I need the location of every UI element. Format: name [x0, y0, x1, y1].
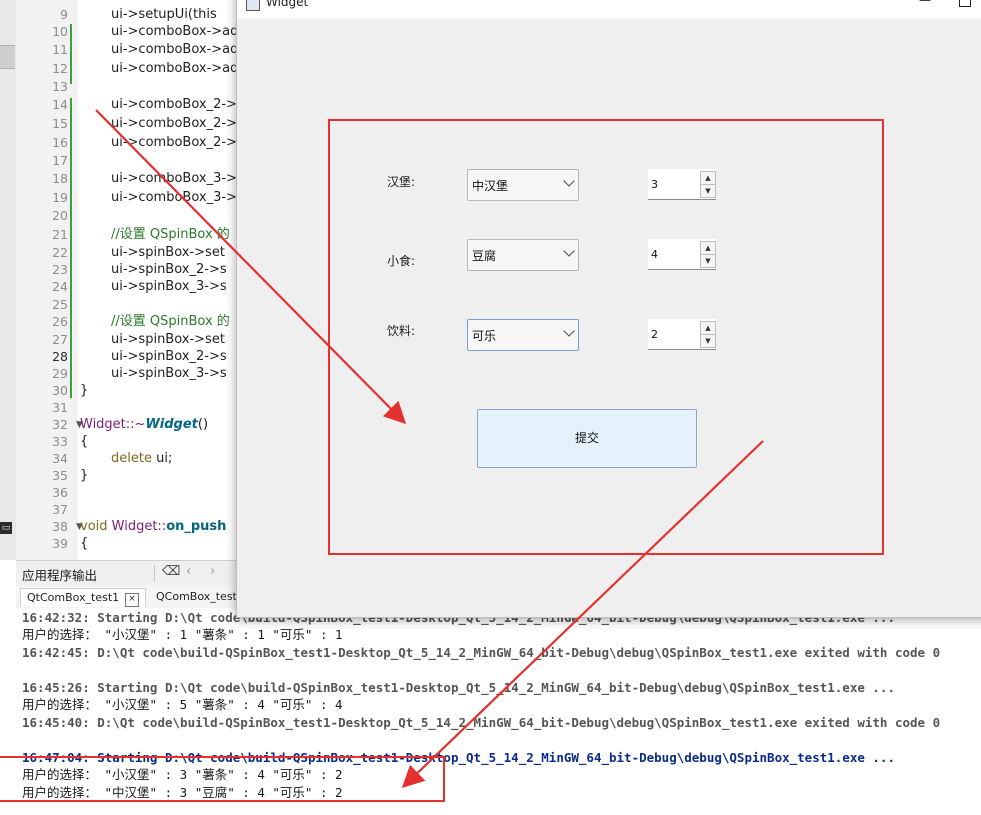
annotation-arrows — [95, 109, 764, 789]
arrow-to-form — [95, 109, 407, 425]
arrow-to-output — [401, 440, 764, 789]
